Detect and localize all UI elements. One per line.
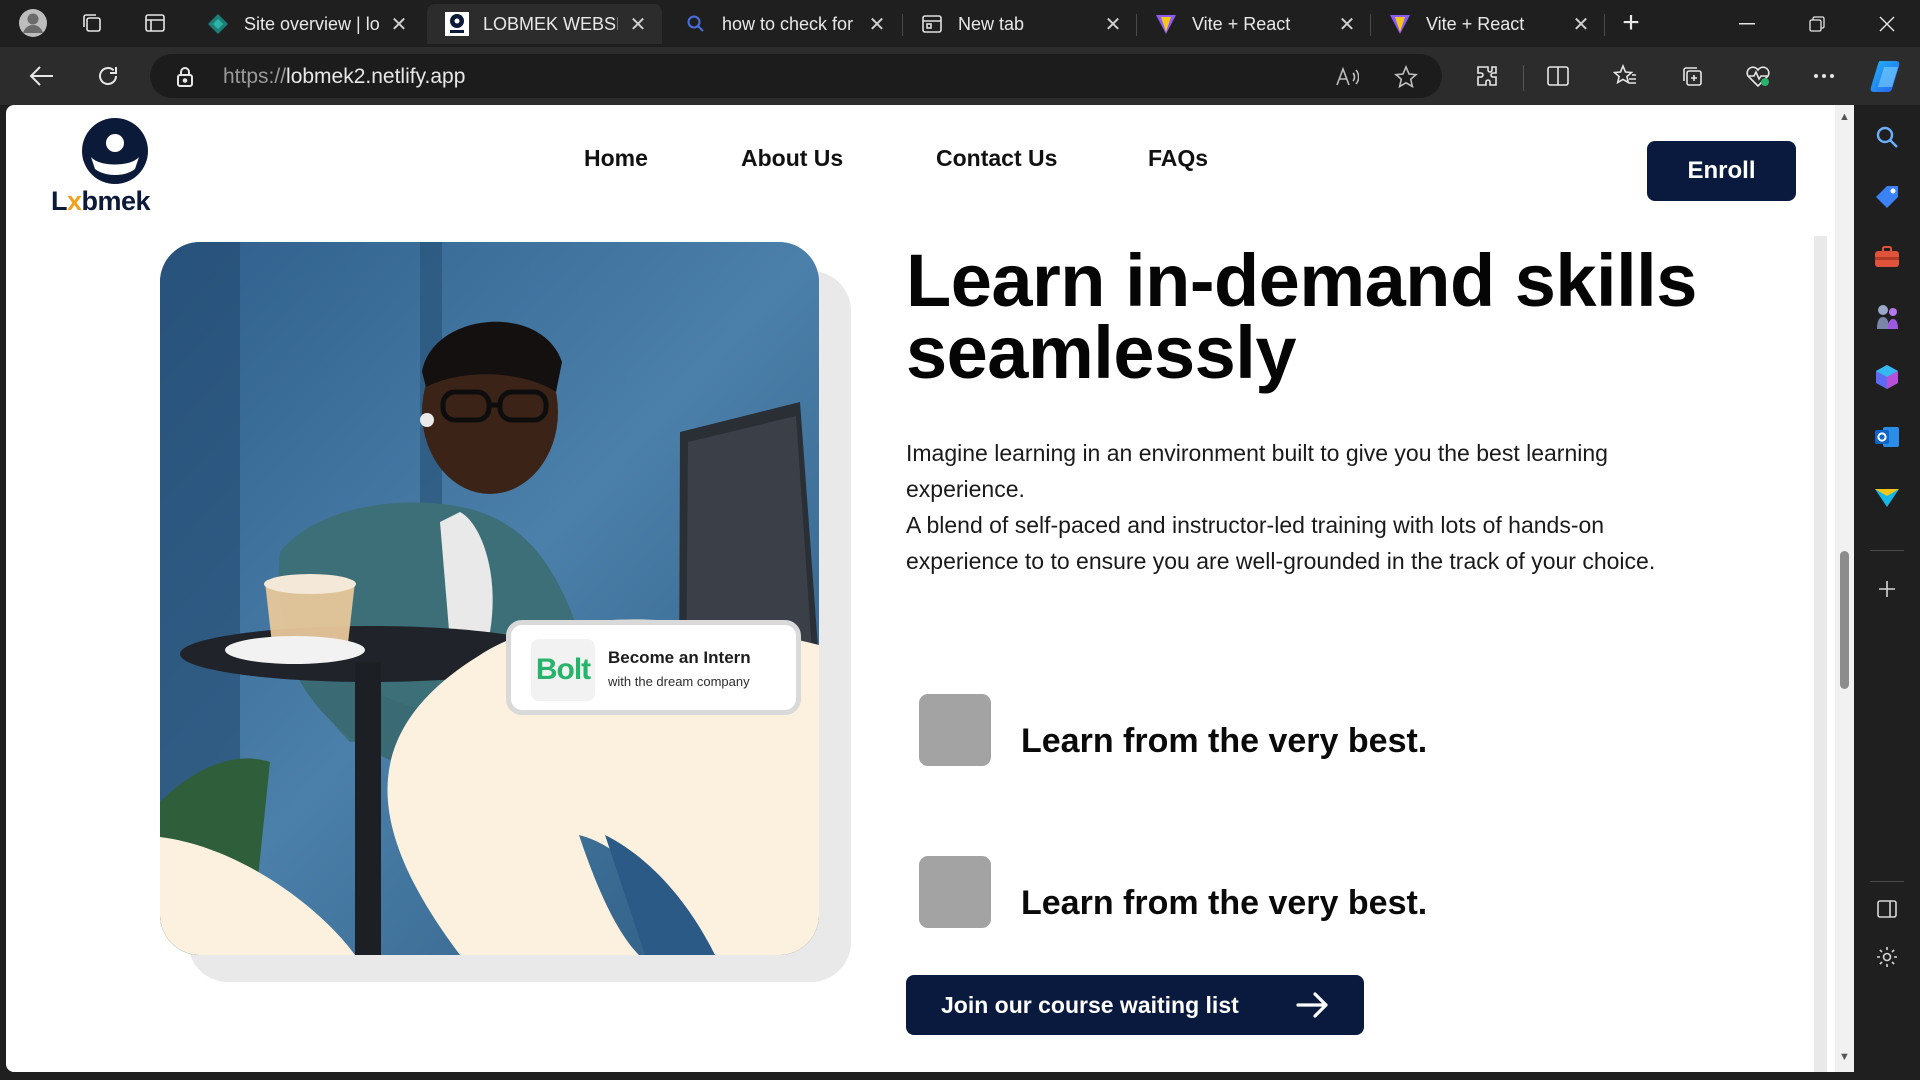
edge-sidebar xyxy=(1854,105,1920,1080)
favorites-icon[interactable] xyxy=(1607,58,1643,94)
send-paper-plane-icon[interactable] xyxy=(1871,481,1903,513)
close-window-icon[interactable] xyxy=(1852,0,1920,47)
nav-contact-us[interactable]: Contact Us xyxy=(936,145,1057,172)
tab-lobmek-website[interactable]: LOBMEK WEBSITE ✕ xyxy=(427,4,662,44)
close-icon[interactable]: ✕ xyxy=(1337,12,1357,37)
badge-subtitle: with the dream company xyxy=(608,674,750,689)
outlook-icon[interactable] xyxy=(1871,421,1903,453)
url-host: lobmek2.netlify.app xyxy=(286,65,466,88)
hero-image xyxy=(160,242,819,955)
collections-icon[interactable] xyxy=(1674,58,1710,94)
sidebar-divider xyxy=(1870,550,1904,551)
tab-title: how to check for xyxy=(722,13,854,34)
scrollbar-thumb[interactable] xyxy=(1840,551,1849,689)
tab-separator xyxy=(1370,14,1371,36)
browser-essentials-icon[interactable] xyxy=(1740,58,1776,94)
minimize-icon[interactable] xyxy=(1712,0,1782,47)
copilot-icon[interactable] xyxy=(1868,56,1908,96)
shopping-tag-icon[interactable] xyxy=(1871,181,1903,213)
tab-search[interactable]: how to check for ✕ xyxy=(666,4,901,44)
tab-vite-react-2[interactable]: Vite + React ✕ xyxy=(1370,4,1605,44)
back-arrow-icon[interactable] xyxy=(24,58,60,94)
url-protocol: https:// xyxy=(223,65,287,88)
toolbar-divider xyxy=(1523,65,1524,91)
tab-title: Site overview | lobmek2 xyxy=(244,13,379,34)
hero-paragraph: Imagine learning in an environment built… xyxy=(906,440,1608,502)
page-scrollbar[interactable]: ▲ ▼ xyxy=(1835,105,1854,1072)
close-icon[interactable]: ✕ xyxy=(628,12,648,37)
tab-separator xyxy=(1136,14,1137,36)
games-chess-icon[interactable] xyxy=(1871,301,1903,333)
read-aloud-icon[interactable] xyxy=(1334,64,1360,90)
search-icon[interactable] xyxy=(1871,121,1903,153)
nav-about-us[interactable]: About Us xyxy=(741,145,843,172)
nav-home[interactable]: Home xyxy=(584,145,648,172)
tools-briefcase-icon[interactable] xyxy=(1871,241,1903,273)
page-inner-scroll-track xyxy=(1814,236,1827,1072)
profile-avatar-icon[interactable] xyxy=(16,6,50,40)
join-waiting-list-button[interactable]: Join our course waiting list xyxy=(906,975,1364,1035)
tab-actions-icon[interactable] xyxy=(138,6,172,40)
feature-icon-placeholder xyxy=(919,856,991,928)
feature-text: Learn from the very best. xyxy=(1021,722,1428,760)
workspaces-icon[interactable] xyxy=(75,6,109,40)
tab-title: Vite + React xyxy=(1192,13,1291,34)
arrow-right-icon xyxy=(1296,992,1328,1018)
scroll-up-arrow-icon[interactable]: ▲ xyxy=(1838,111,1851,123)
search-icon xyxy=(684,12,708,36)
tab-separator xyxy=(902,14,903,36)
lobmek-logo-icon xyxy=(445,12,469,36)
close-icon[interactable]: ✕ xyxy=(867,12,887,37)
browser-tab-strip: Site overview | lobmek2 ✕ LOBMEK WEBSITE… xyxy=(0,0,1920,47)
restore-icon[interactable] xyxy=(1782,0,1852,47)
refresh-icon[interactable] xyxy=(90,58,126,94)
new-tab-plus-icon[interactable]: + xyxy=(1614,6,1648,40)
microsoft-365-icon[interactable] xyxy=(1871,361,1903,393)
badge-title: Become an Intern xyxy=(608,648,751,667)
page-viewport: Lxbmek Home About Us Contact Us FAQs Enr… xyxy=(6,105,1854,1072)
enroll-button[interactable]: Enroll xyxy=(1647,141,1796,201)
close-icon[interactable]: ✕ xyxy=(389,12,409,37)
tab-title: New tab xyxy=(958,13,1025,34)
hero-paragraph: A blend of self-paced and instructor-led… xyxy=(906,512,1656,574)
tab-vite-react-1[interactable]: Vite + React ✕ xyxy=(1136,4,1371,44)
tab-title: Vite + React xyxy=(1426,13,1525,34)
tab-separator xyxy=(1604,14,1605,36)
logo-wordmark: Lxbmek xyxy=(51,186,151,217)
browser-toolbar: https://lobmek2.netlify.app xyxy=(0,47,1920,105)
vite-icon xyxy=(1154,12,1178,36)
bolt-logo: Bolt xyxy=(531,639,595,701)
logo-accent-letter: x xyxy=(67,186,82,216)
netlify-diamond-icon xyxy=(206,12,230,36)
lock-icon[interactable] xyxy=(176,66,194,93)
hero-headline: Learn in-demand skills seamlessly xyxy=(906,239,1697,394)
tab-title: LOBMEK WEBSITE xyxy=(483,13,618,34)
close-icon[interactable]: ✕ xyxy=(1571,12,1591,37)
cta-label: Join our course waiting list xyxy=(941,991,1239,1018)
logo-letter: L xyxy=(51,186,68,216)
hero-description: Imagine learning in an environment built… xyxy=(906,435,1686,579)
vite-icon xyxy=(1388,12,1412,36)
intern-badge-card: Bolt Become an Intern with the dream com… xyxy=(506,620,801,715)
close-icon[interactable]: ✕ xyxy=(1103,12,1123,37)
url-text[interactable]: https://lobmek2.netlify.app xyxy=(223,65,465,89)
extensions-icon[interactable] xyxy=(1469,58,1505,94)
address-bar[interactable]: https://lobmek2.netlify.app xyxy=(150,54,1442,98)
hide-sidebar-icon[interactable] xyxy=(1871,893,1903,925)
feature-text: Learn from the very best. xyxy=(1021,884,1428,922)
tab-new-tab[interactable]: New tab ✕ xyxy=(902,4,1137,44)
scroll-down-arrow-icon[interactable]: ▼ xyxy=(1838,1051,1851,1063)
new-tab-page-icon xyxy=(920,12,944,36)
feature-icon-placeholder xyxy=(919,694,991,766)
sidebar-divider xyxy=(1870,881,1904,882)
add-sidebar-app-icon[interactable] xyxy=(1871,573,1903,605)
nav-faqs[interactable]: FAQs xyxy=(1148,145,1208,172)
more-menu-icon[interactable] xyxy=(1806,58,1842,94)
tab-site-overview[interactable]: Site overview | lobmek2 ✕ xyxy=(188,4,423,44)
settings-gear-icon[interactable] xyxy=(1871,941,1903,973)
logo-letters: bmek xyxy=(81,186,151,216)
split-screen-icon[interactable] xyxy=(1540,58,1576,94)
favorite-star-icon[interactable] xyxy=(1393,64,1419,90)
